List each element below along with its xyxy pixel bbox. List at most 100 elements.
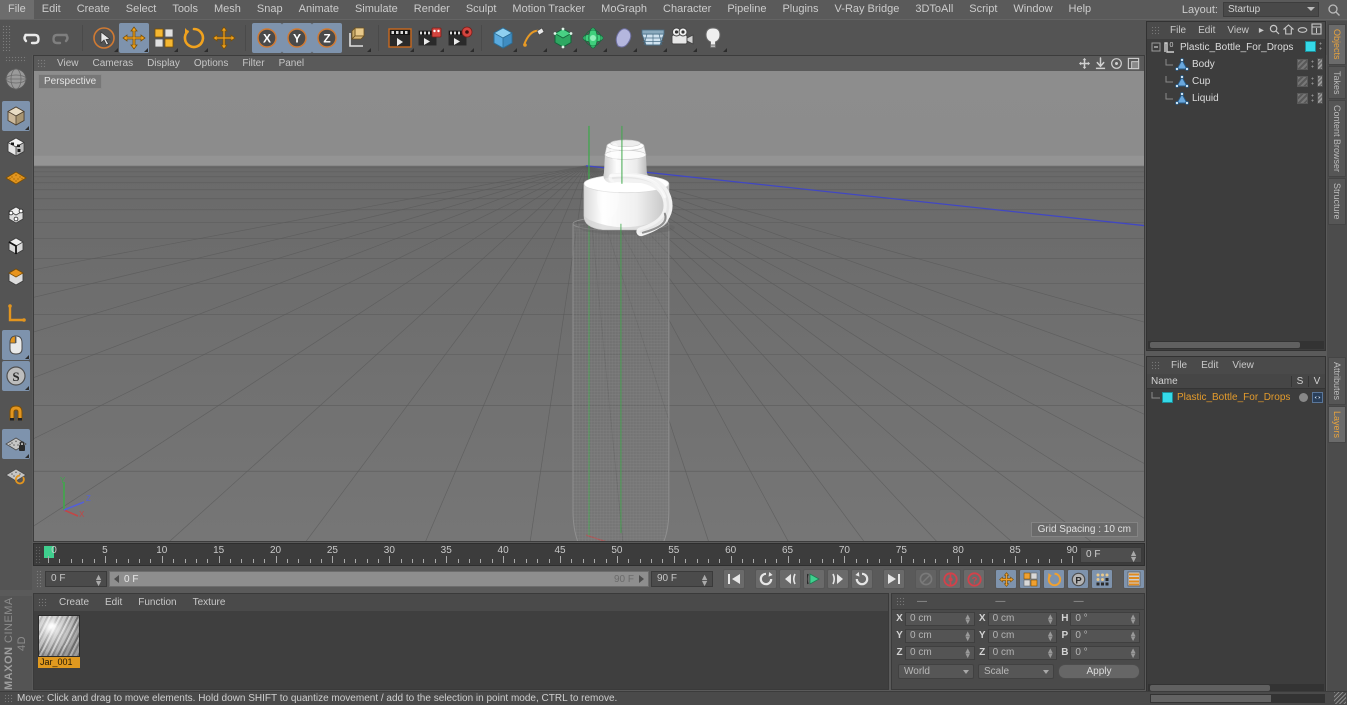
perspective-viewport[interactable]: View Cameras Display Options Filter Panel Per… <box>33 55 1145 542</box>
viewport-menu-options[interactable]: Options <box>187 56 235 71</box>
menu-item-simulate[interactable]: Simulate <box>347 0 406 19</box>
spinner-icon[interactable]: ▲ ▼ <box>1129 612 1137 625</box>
viewport-menu-cameras[interactable]: Cameras <box>86 56 141 71</box>
spinner-icon[interactable]: ▲ ▼ <box>700 573 709 588</box>
menu-item-mesh[interactable]: Mesh <box>206 0 249 19</box>
add-camera-button[interactable] <box>668 23 698 53</box>
lock-x-axis[interactable]: X <box>252 22 282 53</box>
add-environment-button[interactable] <box>638 23 668 53</box>
object-tree-row[interactable]: 0 Plastic_Bottle_For_Drops <box>1147 39 1325 56</box>
tree-collapse-toggle[interactable] <box>1151 42 1162 53</box>
object-enable-swatch[interactable] <box>1297 92 1308 104</box>
spinner-icon[interactable]: ▲ ▼ <box>1129 629 1137 642</box>
menu-item-file[interactable]: File <box>0 0 34 19</box>
point-level-animation-button[interactable] <box>1091 569 1113 589</box>
move-tool[interactable] <box>119 22 149 53</box>
layer-row[interactable]: Plastic_Bottle_For_Drops <box>1147 389 1325 405</box>
layer-solo-toggle[interactable] <box>1299 393 1308 402</box>
status-scrollbar[interactable] <box>1150 694 1325 703</box>
material-menu-edit[interactable]: Edit <box>97 594 130 611</box>
size-y-field[interactable]: 0 cm ▲ ▼ <box>987 628 1058 643</box>
vertical-tab-objects[interactable]: Objects <box>1328 24 1346 65</box>
menu-item-create[interactable]: Create <box>69 0 118 19</box>
go-to-end-button[interactable] <box>883 569 905 589</box>
menu-item-window[interactable]: Window <box>1005 0 1060 19</box>
menu-item-motion-tracker[interactable]: Motion Tracker <box>504 0 593 19</box>
add-generator-button[interactable] <box>548 23 578 53</box>
parameter-key-button[interactable]: P <box>1067 569 1089 589</box>
timeline-grip[interactable] <box>35 546 42 564</box>
position-z-field[interactable]: 0 cm ▲ ▼ <box>905 645 975 660</box>
layer-menu-file[interactable]: File <box>1164 357 1194 374</box>
material-list[interactable]: Jar_001 <box>34 611 888 689</box>
spinner-icon[interactable]: ▲ ▼ <box>94 573 103 588</box>
record-active-objects-button[interactable] <box>915 569 937 589</box>
go-to-previous-key-button[interactable] <box>755 569 777 589</box>
home-icon[interactable] <box>1282 23 1295 38</box>
object-visibility-dots[interactable] <box>1318 41 1323 52</box>
enable-axis-modification[interactable] <box>2 299 30 329</box>
texture-mode[interactable] <box>2 163 30 193</box>
rotate-tool[interactable] <box>179 23 209 53</box>
redo-button[interactable] <box>46 23 76 53</box>
viewport-menu-display[interactable]: Display <box>140 56 187 71</box>
layer-visible-toggle[interactable] <box>1312 392 1323 403</box>
texture-axis-mode[interactable] <box>2 64 30 94</box>
viewport-menu-filter[interactable]: Filter <box>235 56 271 71</box>
lock-z-axis[interactable]: Z <box>312 22 342 53</box>
select-tool[interactable] <box>89 23 119 53</box>
rotation-key-button[interactable] <box>1043 569 1065 589</box>
viewport-menu-panel[interactable]: Panel <box>272 56 312 71</box>
polygons-mode[interactable] <box>2 262 30 292</box>
undo-button[interactable] <box>16 23 46 53</box>
soft-selection-mode[interactable]: S <box>2 361 30 391</box>
status-bar-grip[interactable] <box>4 694 13 703</box>
timeline-current-frame-field[interactable]: 0 F ▲ ▼ <box>1080 547 1142 564</box>
viewport-solo-single[interactable] <box>2 330 30 360</box>
spinner-icon[interactable]: ▲ ▼ <box>1046 646 1054 659</box>
position-y-field[interactable]: 0 cm ▲ ▼ <box>905 628 975 643</box>
menu-item-render[interactable]: Render <box>406 0 458 19</box>
position-key-button[interactable] <box>995 569 1017 589</box>
object-menu-edit[interactable]: Edit <box>1192 22 1221 39</box>
object-menu-more-arrow[interactable]: ▸ <box>1255 22 1268 39</box>
object-menu-view[interactable]: View <box>1221 22 1255 39</box>
size-z-field[interactable]: 0 cm ▲ ▼ <box>987 645 1058 660</box>
layer-menu-edit[interactable]: Edit <box>1194 357 1225 374</box>
play-button[interactable] <box>803 569 825 589</box>
go-to-start-button[interactable] <box>723 569 745 589</box>
add-light-button[interactable] <box>698 23 728 53</box>
layer-color-swatch[interactable] <box>1305 41 1316 52</box>
object-tree-row[interactable]: Body <box>1147 56 1325 73</box>
material-menu-texture[interactable]: Texture <box>185 594 234 611</box>
window-resize-grip[interactable] <box>1334 692 1346 704</box>
spinner-icon[interactable]: ▲ ▼ <box>1129 646 1137 659</box>
coordinate-system-select[interactable]: World <box>898 664 974 679</box>
scrollbar-thumb[interactable] <box>1150 342 1300 348</box>
vertical-tab-attributes[interactable]: Attributes <box>1328 357 1346 406</box>
menu-item-3dtoall[interactable]: 3DToAll <box>907 0 961 19</box>
layer-rows[interactable]: Plastic_Bottle_For_Drops <box>1147 389 1325 405</box>
object-tree[interactable]: 0 Plastic_Bottle_For_Drops Body Cup Liquid <box>1147 39 1325 340</box>
menu-item-plugins[interactable]: Plugins <box>774 0 826 19</box>
add-deformer-button[interactable] <box>578 23 608 53</box>
menu-item-character[interactable]: Character <box>655 0 719 19</box>
edges-mode[interactable] <box>2 231 30 261</box>
object-tag-icon[interactable] <box>1317 75 1323 87</box>
step-forward-button[interactable] <box>827 569 849 589</box>
search-icon[interactable] <box>1327 3 1341 17</box>
rotation-h-field[interactable]: 0 ° ▲ ▼ <box>1070 611 1141 626</box>
magnet-tool[interactable] <box>2 398 30 428</box>
object-tag-icon[interactable] <box>1317 92 1323 104</box>
zoom-icon[interactable] <box>1095 57 1106 73</box>
lock-y-axis[interactable]: Y <box>282 22 312 53</box>
spinner-icon[interactable]: ▲ ▼ <box>1046 612 1054 625</box>
scrollbar-thumb[interactable] <box>1151 695 1271 702</box>
object-visibility-dots[interactable] <box>1310 75 1315 87</box>
object-mode[interactable] <box>2 132 30 162</box>
ellipse-icon[interactable] <box>1297 24 1308 38</box>
menu-item-tools[interactable]: Tools <box>164 0 206 19</box>
scale-key-button[interactable] <box>1019 569 1041 589</box>
tree-expand-icon[interactable] <box>1311 23 1322 38</box>
render-settings-button[interactable] <box>445 23 475 53</box>
